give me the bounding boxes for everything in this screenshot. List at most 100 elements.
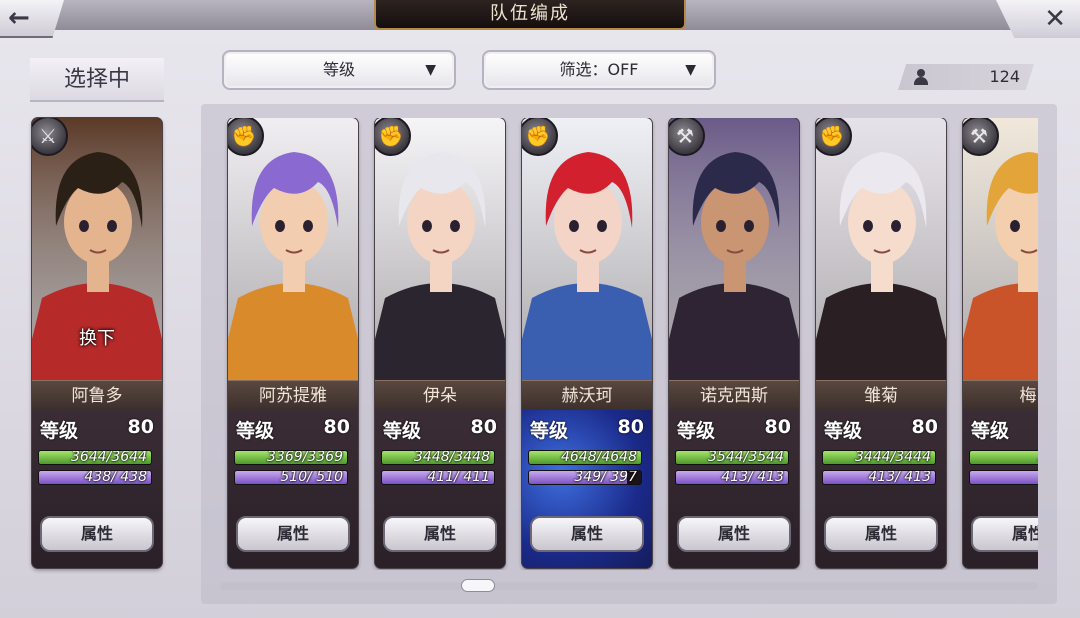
hp-value: 3444/ [970,451,1039,464]
attribute-button[interactable]: 属性 [40,516,154,552]
level-label: 等级 [236,420,275,442]
level-row: 等级 80 [824,416,938,442]
character-card[interactable]: ✊ 伊朵 等级 80 3448/3448 411/ 411 属性 [375,118,505,568]
roster-scrollbar[interactable] [220,582,1038,590]
character-name: 阿鲁多 [32,380,162,410]
scrollbar-thumb[interactable] [461,579,495,592]
sp-bar: 413/ 413 [822,470,936,485]
level-row: 等级 80 [236,416,350,442]
character-name: 伊朵 [375,380,505,410]
hp-value: 3369/3369 [267,450,343,465]
level-row: 等级 80 [971,416,1038,442]
character-card[interactable]: ✊ 雏菊 等级 80 3444/3444 413/ 413 属性 [816,118,946,568]
character-name: 赫沃珂 [522,380,652,410]
character-card[interactable]: ⚒ 诺克西斯 等级 80 3544/3544 413/ 413 属性 [669,118,799,568]
sp-value: 413/ [970,471,1038,484]
stats-area: 等级 80 3444/3444 413/ 413 属性 [816,410,946,568]
character-portrait [228,118,358,380]
hp-bar: 3544/3544 [675,450,789,465]
portrait-frame [228,118,358,380]
portrait-frame [816,118,946,380]
hp-bar: 3644/3644 [38,450,152,465]
level-label: 等级 [971,420,1010,442]
sort-dropdown[interactable]: 等级 ▼ [222,50,456,90]
character-name: 雏菊 [816,380,946,410]
character-name: 梅 [963,380,1038,410]
unit-count: 124 [989,67,1020,86]
close-button[interactable]: ✕ [996,0,1080,38]
sp-value: 438/ 438 [84,470,147,485]
level-row: 等级 80 [40,416,154,442]
attribute-button[interactable]: 属性 [971,516,1038,552]
stats-area: 等级 80 3444/ 413/ 属性 [963,410,1038,568]
character-portrait [522,118,652,380]
sp-value: 413/ 413 [868,470,931,485]
character-card[interactable]: ✊ 阿苏提雅 等级 80 3369/3369 510/ 510 属性 [228,118,358,568]
character-name: 阿苏提雅 [228,380,358,410]
swap-out-label[interactable]: 换下 [32,324,162,350]
chevron-down-icon: ▼ [685,62,696,78]
sp-bar: 510/ 510 [234,470,348,485]
level-label: 等级 [530,420,569,442]
selecting-label: 选择中 [30,58,164,102]
stats-area: 等级 80 3544/3544 413/ 413 属性 [669,410,799,568]
stats-area: 等级 80 4648/4648 349/ 397 属性 [522,410,652,568]
portrait-frame [669,118,799,380]
level-value: 80 [127,416,154,438]
character-name: 诺克西斯 [669,380,799,410]
sp-bar: 411/ 411 [381,470,495,485]
hp-bar: 3444/ [969,450,1038,465]
level-row: 等级 80 [530,416,644,442]
close-icon: ✕ [1044,4,1066,34]
attribute-button[interactable]: 属性 [677,516,791,552]
sp-bar: 438/ 438 [38,470,152,485]
sp-value: 510/ 510 [280,470,343,485]
back-button[interactable]: ← [0,0,64,38]
stats-area: 等级 80 3369/3369 510/ 510 属性 [228,410,358,568]
attribute-button[interactable]: 属性 [383,516,497,552]
filter-dropdown-label: 筛选：OFF [559,60,639,79]
hp-value: 3448/3448 [414,450,490,465]
character-card[interactable]: ✊ 赫沃珂 等级 80 4648/4648 349/ 397 属性 [522,118,652,568]
sp-bar: 413/ [969,470,1038,485]
level-label: 等级 [824,420,863,442]
attribute-button[interactable]: 属性 [530,516,644,552]
hp-value: 4648/4648 [561,450,637,465]
back-arrow-icon: ← [8,3,30,33]
filter-dropdown[interactable]: 筛选：OFF ▼ [482,50,716,90]
level-value: 80 [323,416,350,438]
character-card[interactable]: ⚒ 梅 等级 80 3444/ 413/ 属性 [963,118,1038,568]
sp-bar: 349/ 397 [528,470,642,485]
level-value: 80 [617,416,644,438]
attribute-button[interactable]: 属性 [824,516,938,552]
level-label: 等级 [40,420,79,442]
hp-value: 3444/3444 [855,450,931,465]
sp-value: 413/ 413 [721,470,784,485]
sp-bar: 413/ 413 [675,470,789,485]
sp-value: 411/ 411 [427,470,490,485]
roster-list[interactable]: ✊ 阿苏提雅 等级 80 3369/3369 510/ 510 属性 ✊ 伊朵 … [220,118,1038,570]
character-portrait [816,118,946,380]
page-title: 队伍编成 [374,0,686,30]
portrait-frame [963,118,1038,380]
unit-count-badge: 124 [898,64,1034,90]
level-label: 等级 [677,420,716,442]
user-icon [914,69,928,85]
selected-character-card[interactable]: ⚔ 阿鲁多 等级 80 3644/3644 438/ 438 属性 换下 [32,118,162,568]
level-row: 等级 80 [383,416,497,442]
sort-dropdown-label: 等级 [322,60,355,79]
level-row: 等级 80 [677,416,791,442]
hp-bar: 3369/3369 [234,450,348,465]
level-value: 80 [470,416,497,438]
character-portrait [963,118,1038,380]
portrait-frame [375,118,505,380]
attribute-button[interactable]: 属性 [236,516,350,552]
hp-value: 3644/3644 [71,450,147,465]
hp-bar: 3444/3444 [822,450,936,465]
level-value: 80 [911,416,938,438]
character-portrait [375,118,505,380]
stats-area: 等级 80 3448/3448 411/ 411 属性 [375,410,505,568]
hp-bar: 4648/4648 [528,450,642,465]
hp-value: 3544/3544 [708,450,784,465]
stats-area: 等级 80 3644/3644 438/ 438 属性 [32,410,162,568]
